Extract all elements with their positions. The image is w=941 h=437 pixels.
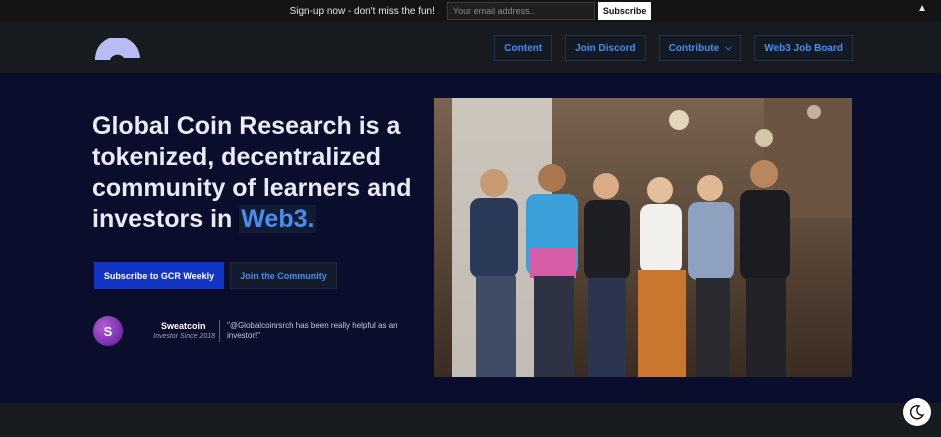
hero-section: Global Coin Research is a tokenized, dec… xyxy=(0,73,941,403)
main-nav: Content Join Discord Contribute ⌵ Web3 Jo… xyxy=(0,22,941,73)
nav-content[interactable]: Content xyxy=(494,35,553,61)
bottom-band xyxy=(0,403,941,437)
nav-contribute[interactable]: Contribute ⌵ xyxy=(658,35,742,61)
chevron-down-icon: ⌵ xyxy=(725,43,732,52)
headline-accent: Web3. xyxy=(239,205,317,233)
testimonial-quote: "@Globalcoinrsrch has been really helpfu… xyxy=(227,321,398,340)
signup-text: Sign-up now - don't miss the fun! xyxy=(289,5,435,17)
avatar: S xyxy=(93,316,123,346)
nav-web3-job-board[interactable]: Web3 Job Board xyxy=(754,35,853,61)
nav-links: Content Join Discord Contribute ⌵ Web3 Jo… xyxy=(494,35,853,61)
nav-join-discord-label: Join Discord xyxy=(575,42,636,54)
subscribe-gcr-weekly-button[interactable]: Subscribe to GCR Weekly xyxy=(94,262,224,289)
gcr-logo[interactable] xyxy=(94,38,142,60)
nav-join-discord[interactable]: Join Discord xyxy=(565,35,646,61)
moon-icon[interactable] xyxy=(903,398,931,426)
hero-headline: Global Coin Research is a tokenized, dec… xyxy=(92,111,422,235)
testimonial-name: Sweatcoin xyxy=(161,321,206,331)
signup-bar: Sign-up now - don't miss the fun! Subscr… xyxy=(0,0,941,22)
subscribe-button[interactable]: Subscribe xyxy=(597,2,652,20)
nav-web3-job-board-label: Web3 Job Board xyxy=(764,42,843,54)
triangle-up-icon[interactable]: ▲ xyxy=(917,3,927,14)
community-photo xyxy=(434,98,852,377)
email-input[interactable] xyxy=(446,2,595,20)
join-community-button[interactable]: Join the Community xyxy=(230,262,337,289)
nav-contribute-label: Contribute xyxy=(668,42,720,54)
nav-content-label: Content xyxy=(504,42,543,54)
avatar-letter: S xyxy=(103,323,113,339)
divider xyxy=(219,320,220,342)
testimonial-role: Investor Since 2018 xyxy=(153,333,215,340)
